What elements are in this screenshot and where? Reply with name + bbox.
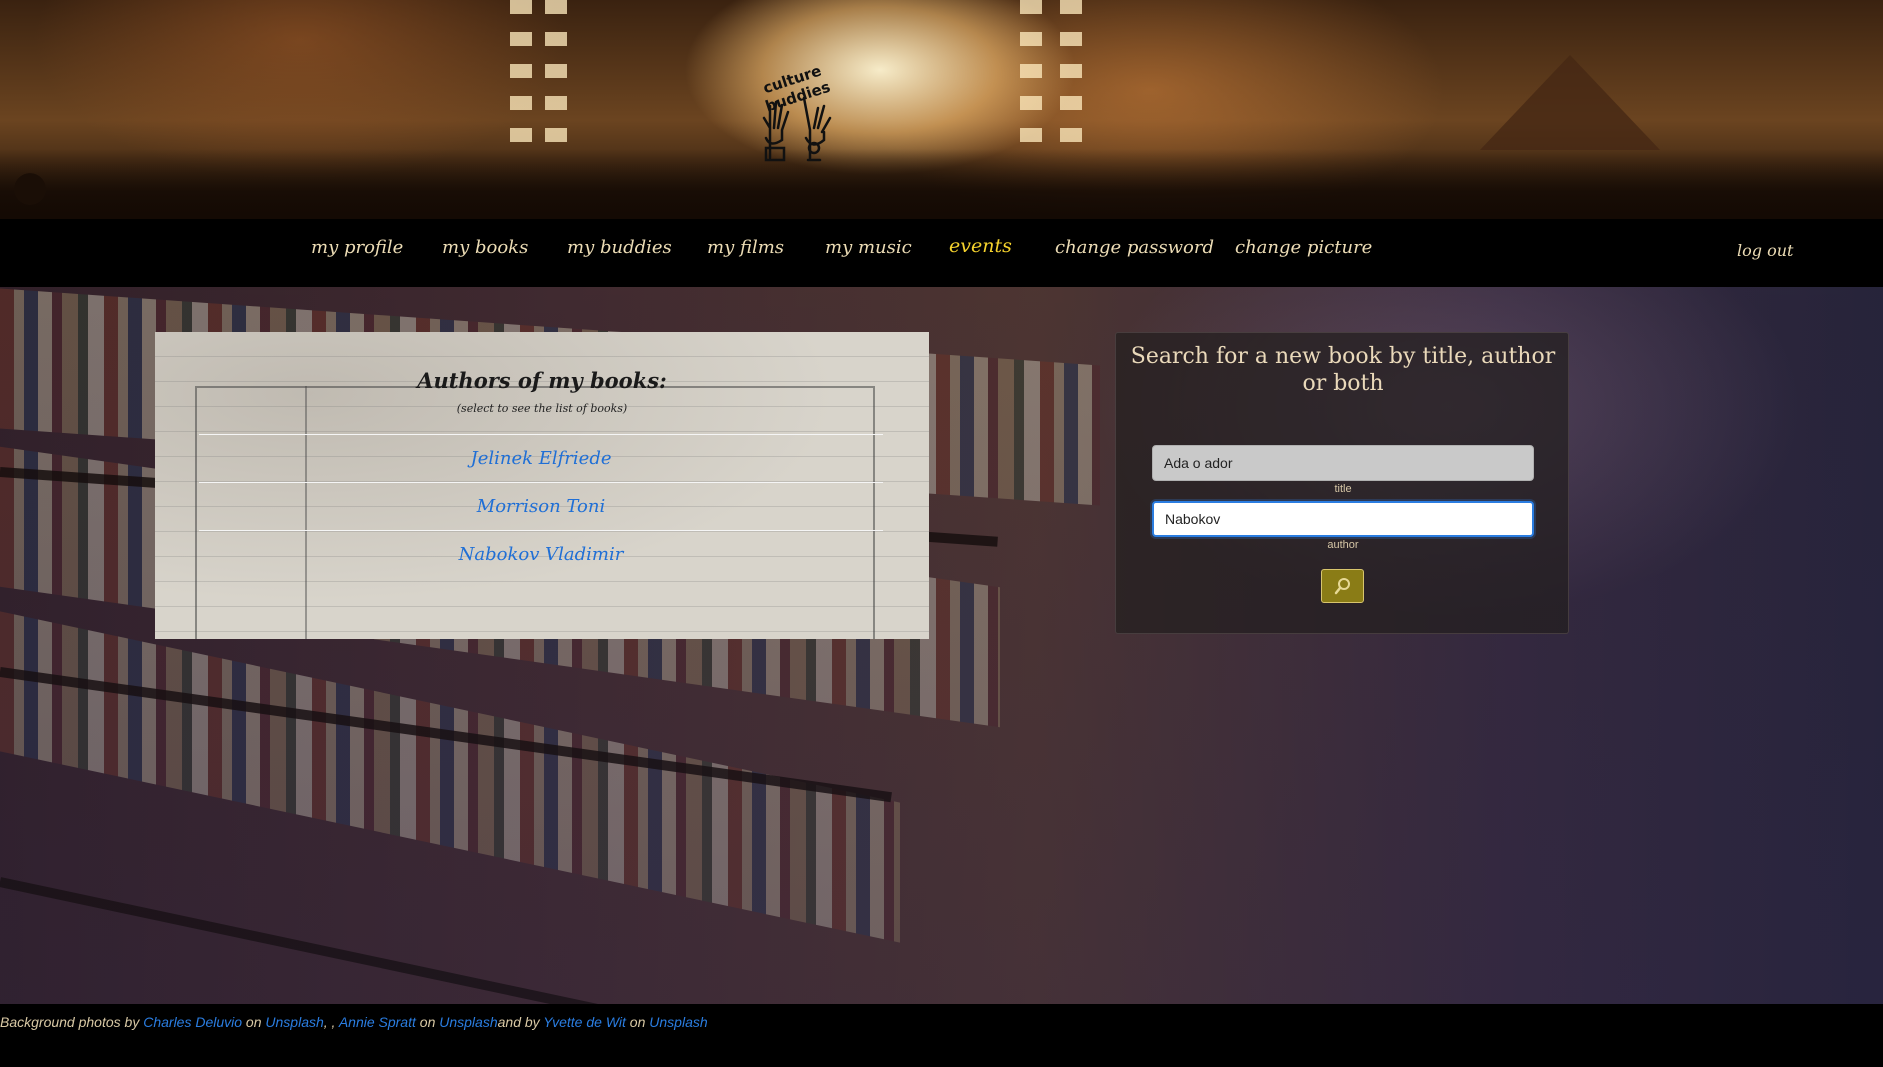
nav-change-password[interactable]: change password bbox=[1055, 237, 1214, 258]
nav-my-books[interactable]: my books bbox=[442, 237, 528, 258]
stage-light bbox=[545, 0, 567, 150]
logout-link[interactable]: log out bbox=[1737, 241, 1793, 260]
credit-link-unsplash-2[interactable]: Unsplash bbox=[439, 1014, 497, 1030]
tent-shape bbox=[1480, 55, 1660, 150]
author-link-morrison[interactable]: Morrison Toni bbox=[477, 496, 605, 517]
credit-link-annie-spratt[interactable]: Annie Spratt bbox=[339, 1014, 416, 1030]
hands-icon bbox=[762, 96, 832, 162]
search-button[interactable] bbox=[1321, 569, 1364, 603]
credit-link-yvette-de-wit[interactable]: Yvette de Wit bbox=[543, 1014, 626, 1030]
crowd-silhouette bbox=[0, 149, 1883, 219]
credit-link-unsplash-3[interactable]: Unsplash bbox=[649, 1014, 707, 1030]
footer-credits: Background photos by Charles Deluvio on … bbox=[0, 1004, 1883, 1067]
header-banner: culture buddies bbox=[0, 0, 1883, 219]
nav-my-music[interactable]: my music bbox=[825, 237, 912, 258]
author-row: Nabokov Vladimir bbox=[199, 530, 883, 578]
stage-light bbox=[1060, 0, 1082, 150]
site-logo[interactable]: culture buddies bbox=[740, 48, 850, 168]
title-label: title bbox=[1334, 483, 1352, 495]
search-heading: Search for a new book by title, author o… bbox=[1130, 344, 1556, 396]
stage-light bbox=[1020, 0, 1042, 150]
credit-link-charles-deluvio[interactable]: Charles Deluvio bbox=[143, 1014, 242, 1030]
nav-my-buddies[interactable]: my buddies bbox=[567, 237, 672, 258]
nav-events[interactable]: events bbox=[949, 235, 1012, 257]
author-label: author bbox=[1327, 539, 1359, 551]
authors-subheading: (select to see the list of books) bbox=[456, 402, 628, 415]
author-row: Jelinek Elfriede bbox=[199, 434, 883, 482]
stage-light bbox=[510, 0, 532, 150]
author-input[interactable] bbox=[1152, 501, 1534, 537]
author-link-nabokov[interactable]: Nabokov Vladimir bbox=[459, 544, 624, 565]
footer-prefix: Background photos by bbox=[0, 1014, 144, 1030]
nav-my-films[interactable]: my films bbox=[707, 237, 784, 258]
nav-change-picture[interactable]: change picture bbox=[1235, 237, 1372, 258]
book-search-panel: Search for a new book by title, author o… bbox=[1115, 332, 1569, 634]
author-link-jelinek[interactable]: Jelinek Elfriede bbox=[470, 448, 611, 469]
authors-heading: Authors of my books: bbox=[417, 368, 667, 393]
main-nav: my profile my books my buddies my films … bbox=[0, 219, 1883, 287]
title-input[interactable] bbox=[1152, 445, 1534, 481]
magnifier-icon bbox=[1334, 578, 1350, 595]
authors-card: Authors of my books: (select to see the … bbox=[155, 332, 929, 639]
nav-my-profile[interactable]: my profile bbox=[311, 237, 403, 258]
credit-link-unsplash-1[interactable]: Unsplash bbox=[265, 1014, 323, 1030]
author-row: Morrison Toni bbox=[199, 482, 883, 530]
